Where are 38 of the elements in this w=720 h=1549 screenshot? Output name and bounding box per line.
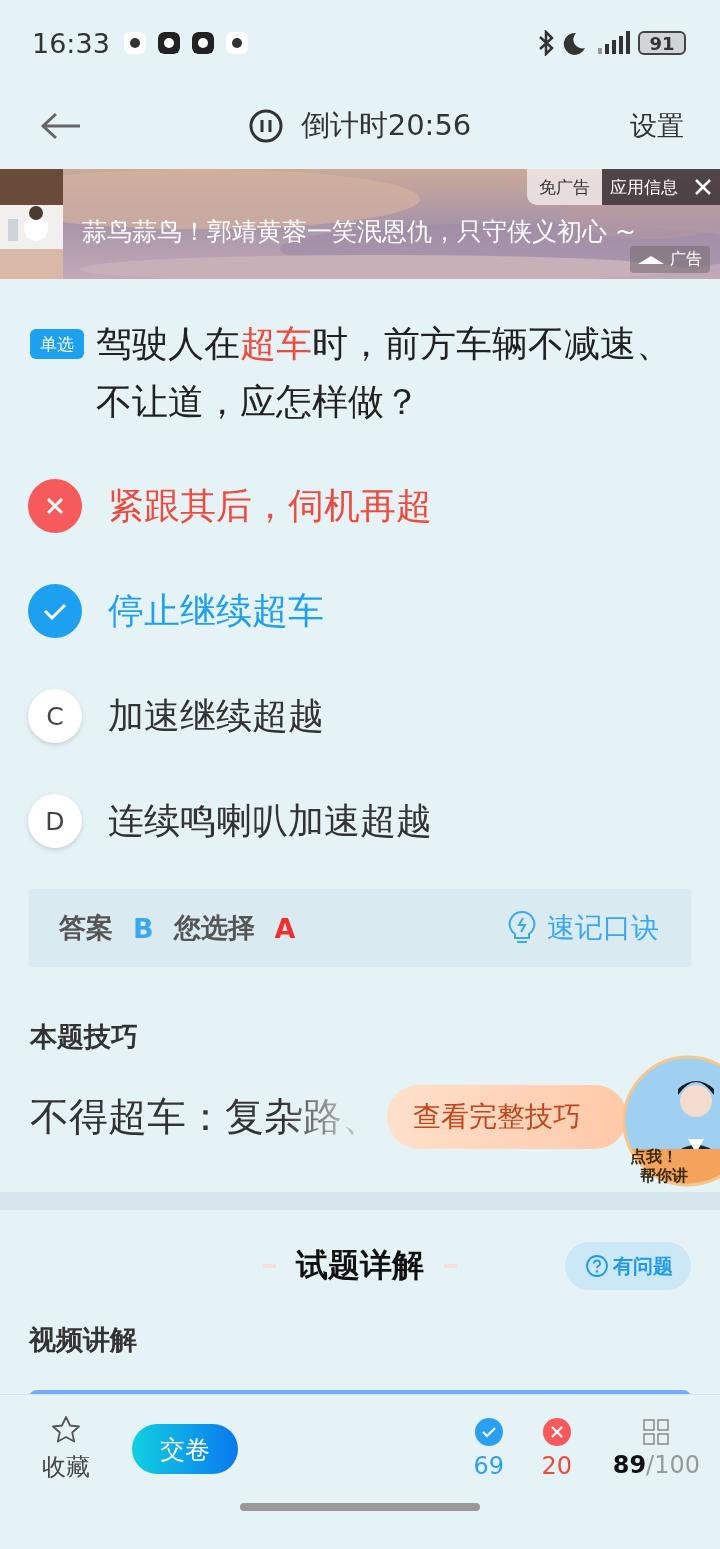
wrong-circle-icon bbox=[542, 1418, 571, 1446]
option-letter: D bbox=[28, 794, 82, 848]
status-time: 16:33 bbox=[32, 27, 110, 59]
view-full-tips-button[interactable]: 查看完整技巧 bbox=[387, 1085, 627, 1149]
section-heading: 视频讲解 bbox=[29, 1323, 138, 1357]
star-icon bbox=[51, 1415, 81, 1445]
help-icon bbox=[585, 1254, 609, 1278]
badge-text[interactable]: 帮你讲 bbox=[640, 1166, 688, 1185]
grid-icon bbox=[643, 1419, 670, 1445]
app-notification-icon bbox=[157, 32, 180, 54]
app-notification-icon bbox=[191, 32, 214, 54]
back-arrow-icon[interactable] bbox=[40, 111, 82, 141]
app-notification-icon bbox=[225, 32, 248, 54]
answer-option[interactable]: C 加速继续超越 bbox=[28, 689, 690, 743]
question-text: 驾驶人在超车时，前方车辆不减速、不让道，应怎样做？ bbox=[96, 322, 673, 424]
pause-icon[interactable] bbox=[248, 109, 283, 143]
settings-button[interactable]: 设置 bbox=[630, 108, 684, 144]
answer-option[interactable]: D 连续鸣喇叭加速超越 bbox=[28, 794, 690, 848]
battery-icon: 91 bbox=[638, 31, 686, 55]
your-choice: A bbox=[274, 912, 296, 944]
question-type-tag: 单选 bbox=[30, 329, 84, 359]
section-title: 试题详解 bbox=[296, 1245, 424, 1286]
answer-label: 答案 bbox=[59, 911, 113, 945]
badge-text[interactable]: 点我！ bbox=[630, 1147, 678, 1166]
correct-count: 69 bbox=[473, 1452, 504, 1480]
lightbulb-icon bbox=[507, 910, 537, 946]
your-choice-label: 您选择 bbox=[173, 911, 255, 945]
bluetooth-icon bbox=[538, 30, 554, 56]
wrong-count: 20 bbox=[541, 1452, 572, 1480]
correct-answer: B bbox=[133, 912, 154, 944]
option-letter: C bbox=[28, 689, 82, 743]
favorite-button[interactable]: 收藏 bbox=[42, 1415, 90, 1483]
app-notification-icon bbox=[123, 32, 146, 54]
countdown-timer: 倒计时20:56 bbox=[300, 107, 472, 144]
moon-icon bbox=[562, 31, 586, 55]
progress-button[interactable]: 89/100 bbox=[612, 1419, 700, 1479]
section-heading: 本题技巧 bbox=[30, 1020, 139, 1054]
check-circle-icon bbox=[474, 1418, 503, 1446]
